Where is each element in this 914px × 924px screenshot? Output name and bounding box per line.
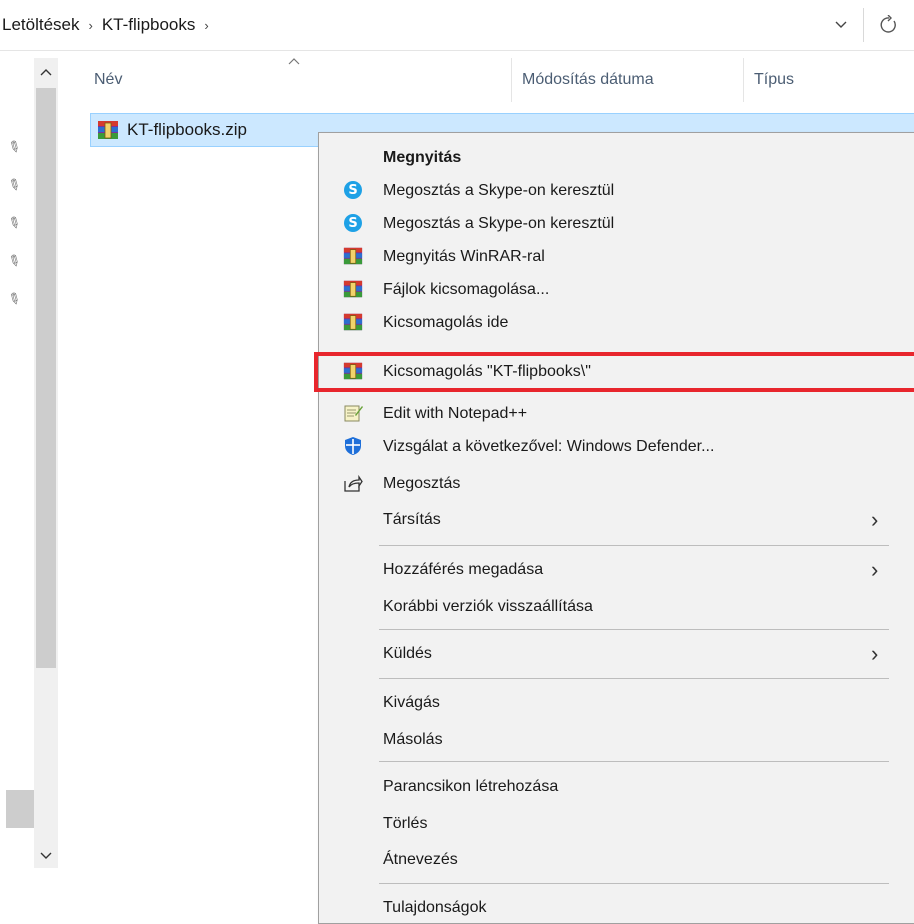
menu-item-label: Kivágás xyxy=(383,693,440,711)
pin-icon[interactable]: ✎ xyxy=(4,212,24,234)
menu-item-skype-share-1[interactable]: S Megosztás a Skype-on keresztül xyxy=(319,174,914,207)
menu-item-delete[interactable]: Törlés xyxy=(319,807,914,840)
defender-shield-icon xyxy=(343,436,363,456)
pin-icon[interactable]: ✎ xyxy=(4,288,24,310)
menu-separator xyxy=(379,883,889,884)
column-divider[interactable] xyxy=(511,58,512,102)
menu-item-label: Megnyitás WinRAR-ral xyxy=(383,247,545,265)
menu-separator xyxy=(379,761,889,762)
skype-icon: S xyxy=(343,180,363,200)
winrar-icon xyxy=(343,246,363,266)
submenu-arrow-icon: › xyxy=(871,640,879,666)
submenu-arrow-icon: › xyxy=(871,556,879,582)
menu-item-defender-scan[interactable]: Vizsgálat a következővel: Windows Defend… xyxy=(319,430,914,463)
menu-item-label: Megnyitás xyxy=(383,148,462,166)
menu-item-extract-here[interactable]: Kicsomagolás ide xyxy=(319,306,914,339)
menu-item-label: Társítás xyxy=(383,510,441,528)
menu-item-label: Megosztás a Skype-on keresztül xyxy=(383,214,615,232)
menu-item-label: Korábbi verziók visszaállítása xyxy=(383,597,593,615)
submenu-arrow-icon: › xyxy=(871,506,879,532)
menu-item-label: Kicsomagolás ide xyxy=(383,313,509,331)
scroll-down-icon[interactable] xyxy=(34,844,58,868)
menu-item-give-access[interactable]: Hozzáférés megadása › xyxy=(319,553,914,586)
skype-icon: S xyxy=(343,213,363,233)
menu-item-label: Vizsgálat a következővel: Windows Defend… xyxy=(383,437,715,455)
pin-icon[interactable]: ✎ xyxy=(4,250,24,272)
address-bar-controls xyxy=(819,0,914,50)
menu-item-associate[interactable]: Társítás › xyxy=(319,503,914,536)
menu-item-rename[interactable]: Átnevezés xyxy=(319,843,914,876)
menu-item-label: Hozzáférés megadása xyxy=(383,560,544,578)
column-header-type[interactable]: Típus xyxy=(754,58,794,102)
menu-item-label: Parancsikon létrehozása xyxy=(383,777,559,795)
column-divider[interactable] xyxy=(743,58,744,102)
menu-item-properties[interactable]: Tulajdonságok xyxy=(319,891,914,924)
file-name: KT-flipbooks.zip xyxy=(127,120,247,139)
menu-item-label: Fájlok kicsomagolása... xyxy=(383,280,550,298)
menu-item-open[interactable]: Megnyitás xyxy=(319,141,914,174)
highlight-annotation xyxy=(314,352,914,392)
breadcrumb-item-kt-flipbooks[interactable]: KT-flipbooks xyxy=(102,15,196,35)
menu-item-label: Megosztás xyxy=(383,474,461,492)
menu-item-label: Másolás xyxy=(383,730,443,748)
pin-icon[interactable]: ✎ xyxy=(4,136,24,158)
menu-item-label: Tulajdonságok xyxy=(383,898,487,916)
notepad-icon xyxy=(343,403,363,423)
menu-item-open-with-winrar[interactable]: Megnyitás WinRAR-ral xyxy=(319,240,914,273)
chevron-down-icon[interactable] xyxy=(819,0,863,50)
menu-item-cut[interactable]: Kivágás xyxy=(319,686,914,719)
breadcrumb-separator-icon[interactable]: › xyxy=(195,18,217,33)
vertical-scrollbar[interactable] xyxy=(34,58,58,868)
menu-item-create-shortcut[interactable]: Parancsikon létrehozása xyxy=(319,770,914,803)
menu-separator xyxy=(379,545,889,546)
menu-item-copy[interactable]: Másolás xyxy=(319,723,914,756)
winrar-icon xyxy=(343,312,363,332)
scrollbar-thumb[interactable] xyxy=(36,88,56,668)
winrar-icon xyxy=(343,279,363,299)
menu-item-extract-files[interactable]: Fájlok kicsomagolása... xyxy=(319,273,914,306)
menu-item-label: Megosztás a Skype-on keresztül xyxy=(383,181,615,199)
menu-item-send-to[interactable]: Küldés › xyxy=(319,637,914,670)
sort-ascending-icon xyxy=(288,52,300,68)
refresh-icon[interactable] xyxy=(864,0,914,50)
breadcrumb-separator-icon[interactable]: › xyxy=(80,18,102,33)
winrar-icon xyxy=(98,121,118,139)
nav-pane-scroll-block xyxy=(6,790,34,828)
breadcrumb-item-downloads[interactable]: Letöltések xyxy=(0,15,80,35)
address-bar: Letöltések › KT-flipbooks › xyxy=(0,0,914,51)
menu-item-label: Törlés xyxy=(383,814,428,832)
menu-item-edit-notepadpp[interactable]: Edit with Notepad++ xyxy=(319,397,914,430)
menu-item-label: Küldés xyxy=(383,644,432,662)
menu-item-restore-previous-versions[interactable]: Korábbi verziók visszaállítása xyxy=(319,590,914,623)
menu-separator xyxy=(379,678,889,679)
share-icon xyxy=(343,473,363,493)
menu-item-label: Edit with Notepad++ xyxy=(383,404,528,422)
menu-item-share[interactable]: Megosztás xyxy=(319,467,914,500)
context-menu: Megnyitás S Megosztás a Skype-on kereszt… xyxy=(318,132,914,924)
menu-item-label: Átnevezés xyxy=(383,850,458,868)
column-header-modified[interactable]: Módosítás dátuma xyxy=(522,58,654,102)
menu-item-skype-share-2[interactable]: S Megosztás a Skype-on keresztül xyxy=(319,207,914,240)
pin-icon[interactable]: ✎ xyxy=(4,174,24,196)
menu-separator xyxy=(379,629,889,630)
column-header-name[interactable]: Név xyxy=(94,58,122,102)
scroll-up-icon[interactable] xyxy=(34,60,58,84)
